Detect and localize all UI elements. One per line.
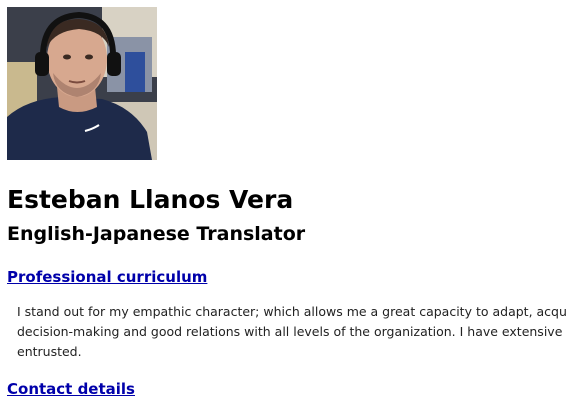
contact-details-link[interactable]: Contact details — [7, 379, 135, 399]
profile-page: Esteban Llanos Vera English-Japanese Tra… — [0, 0, 566, 410]
professional-curriculum-link[interactable]: Professional curriculum — [7, 267, 207, 287]
profile-photo — [7, 7, 157, 160]
profile-name: Esteban Llanos Vera — [7, 185, 294, 214]
summary-line: I stand out for my empathic character; w… — [17, 304, 566, 319]
summary-line: entrusted. — [17, 344, 82, 359]
profile-summary: I stand out for my empathic character; w… — [17, 302, 566, 362]
profile-title: English-Japanese Translator — [7, 223, 306, 245]
summary-line: decision-making and good relations with … — [17, 324, 566, 339]
